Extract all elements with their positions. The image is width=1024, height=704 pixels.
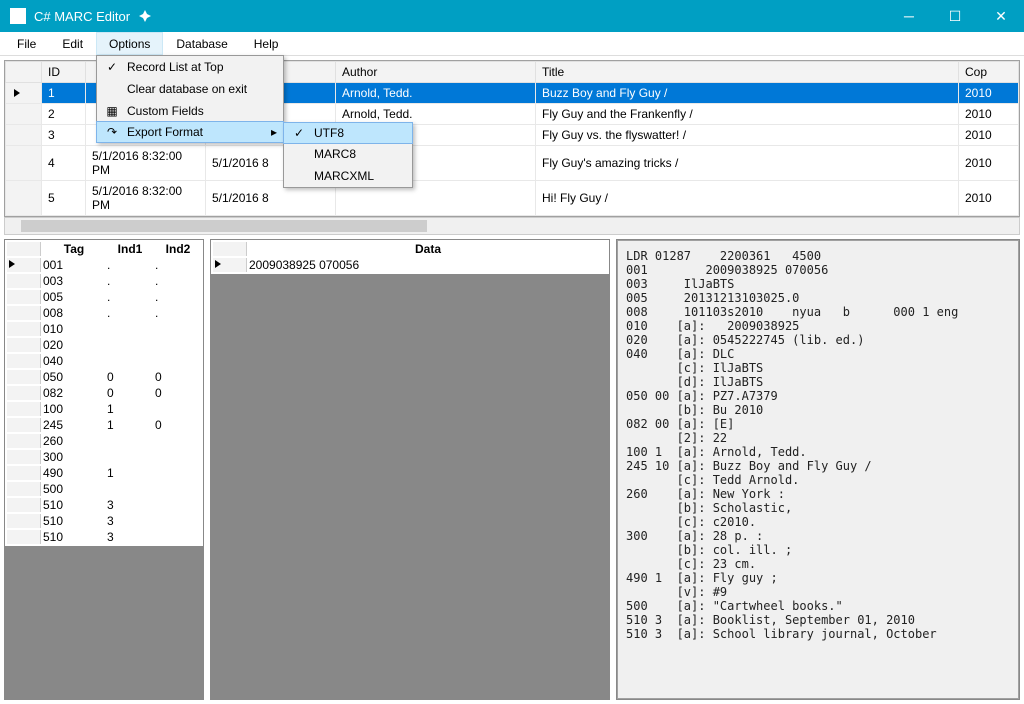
option-export-format[interactable]: ↷ Export Format ▸ bbox=[96, 121, 284, 143]
export-icon: ↷ bbox=[97, 125, 127, 139]
grid-icon: ▦ bbox=[97, 104, 127, 118]
maximize-button[interactable]: ☐ bbox=[932, 0, 978, 32]
record-row[interactable]: 55/1/2016 8:32:00 PM5/1/2016 8Hi! Fly Gu… bbox=[6, 181, 1019, 216]
tag-row[interactable]: 5103 bbox=[7, 498, 201, 512]
export-format-submenu: ✓ UTF8 MARC8 MARCXML bbox=[283, 122, 413, 188]
marc-text[interactable]: LDR 01287 2200361 4500 001 2009038925 07… bbox=[617, 240, 1019, 699]
tag-row[interactable]: 260 bbox=[7, 434, 201, 448]
data-row[interactable]: 2009038925 070056 bbox=[213, 258, 607, 272]
export-marcxml[interactable]: MARCXML bbox=[284, 165, 412, 187]
check-icon: ✓ bbox=[284, 126, 314, 140]
data-panel[interactable]: Data 2009038925 070056 bbox=[210, 239, 610, 700]
menu-database[interactable]: Database bbox=[163, 32, 240, 55]
tag-row[interactable]: 4901 bbox=[7, 466, 201, 480]
close-button[interactable]: ✕ bbox=[978, 0, 1024, 32]
tag-row[interactable]: 001.. bbox=[7, 258, 201, 272]
export-utf8[interactable]: ✓ UTF8 bbox=[283, 122, 413, 144]
menubar: File Edit Options Database Help ✓ Record… bbox=[0, 32, 1024, 56]
tag-row[interactable]: 010 bbox=[7, 322, 201, 336]
tag-row[interactable]: 24510 bbox=[7, 418, 201, 432]
titlebar: C# MARC Editor ─ ☐ ✕ bbox=[0, 0, 1024, 32]
tag-row[interactable]: 500 bbox=[7, 482, 201, 496]
option-clear-db[interactable]: Clear database on exit bbox=[97, 78, 283, 100]
tag-row[interactable]: 08200 bbox=[7, 386, 201, 400]
app-icon bbox=[10, 8, 26, 24]
chevron-right-icon: ▸ bbox=[271, 125, 277, 139]
marc-panel: LDR 01287 2200361 4500 001 2009038925 07… bbox=[616, 239, 1020, 700]
tag-row[interactable]: 003.. bbox=[7, 274, 201, 288]
menu-options[interactable]: Options bbox=[96, 32, 163, 55]
tag-row[interactable]: 040 bbox=[7, 354, 201, 368]
tag-row[interactable]: 1001 bbox=[7, 402, 201, 416]
tag-row[interactable]: 300 bbox=[7, 450, 201, 464]
record-row[interactable]: 45/1/2016 8:32:00 PM5/1/2016 8Fly Guy's … bbox=[6, 146, 1019, 181]
tag-row[interactable]: 020 bbox=[7, 338, 201, 352]
tag-row[interactable]: 5103 bbox=[7, 530, 201, 544]
menu-help[interactable]: Help bbox=[241, 32, 292, 55]
export-marc8[interactable]: MARC8 bbox=[284, 143, 412, 165]
check-icon: ✓ bbox=[97, 60, 127, 74]
menu-file[interactable]: File bbox=[4, 32, 49, 55]
tag-row[interactable]: 05000 bbox=[7, 370, 201, 384]
pin-icon[interactable] bbox=[130, 10, 160, 22]
records-scrollbar[interactable] bbox=[4, 217, 1020, 235]
window-title: C# MARC Editor bbox=[34, 9, 130, 24]
options-dropdown: ✓ Record List at Top Clear database on e… bbox=[96, 55, 284, 143]
minimize-button[interactable]: ─ bbox=[886, 0, 932, 32]
tags-panel[interactable]: TagInd1Ind2 001.. 003.. 005.. 008.. 010 … bbox=[4, 239, 204, 700]
tag-row[interactable]: 005.. bbox=[7, 290, 201, 304]
tag-row[interactable]: 008.. bbox=[7, 306, 201, 320]
option-record-list-top[interactable]: ✓ Record List at Top bbox=[97, 56, 283, 78]
option-custom-fields[interactable]: ▦ Custom Fields bbox=[97, 100, 283, 122]
menu-edit[interactable]: Edit bbox=[49, 32, 96, 55]
tag-row[interactable]: 5103 bbox=[7, 514, 201, 528]
